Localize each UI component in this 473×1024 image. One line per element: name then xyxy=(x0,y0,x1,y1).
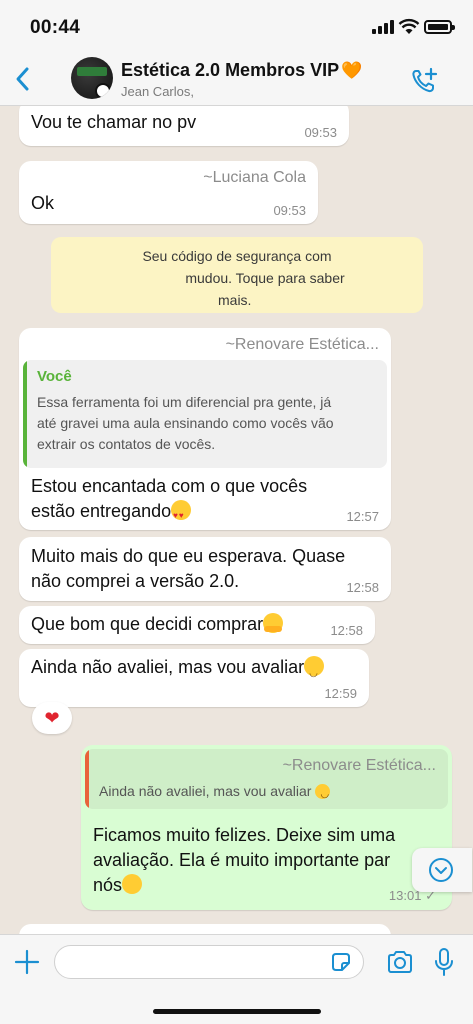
chat-title[interactable]: Estética 2.0 Membros VIP 🧡 xyxy=(121,60,362,81)
smirk-emoji xyxy=(315,784,331,800)
message-sender: ~Luciana Cola xyxy=(203,169,306,186)
message-text-line: estão entregando xyxy=(31,499,192,528)
message-text: avaliação. Ela é muito importante par xyxy=(93,850,391,870)
status-bar: 00:44 xyxy=(0,0,473,52)
quote-text-line: Essa ferramenta foi um diferencial pra g… xyxy=(37,394,332,410)
message-text-line: nós xyxy=(93,873,143,898)
message-text: Que bom que decidi comprar xyxy=(31,614,264,634)
message-text: estão entregando xyxy=(31,501,172,521)
smirk-emoji xyxy=(304,656,325,686)
scroll-to-bottom-button[interactable] xyxy=(412,848,472,892)
chat-header: Estética 2.0 Membros VIP 🧡 Jean Carlos, xyxy=(0,52,473,106)
quoted-message[interactable]: ~Renovare Estética... Ainda não avaliei,… xyxy=(85,749,448,809)
message-bubble[interactable]: Ainda não avaliei, mas vou avaliar 12:59 xyxy=(19,649,369,707)
quote-text: Ainda não avaliei, mas vou avaliar xyxy=(99,783,312,799)
message-text: não comprei a versão 2.0. xyxy=(31,571,240,591)
message-text-line: Ainda não avaliei, mas vou avaliar xyxy=(31,655,325,686)
chevron-down-icon xyxy=(429,858,453,882)
notice-line: Seu código de segurança com xyxy=(142,248,332,264)
quoted-message[interactable]: Você Essa ferramenta foi um diferencial … xyxy=(23,360,387,468)
outgoing-message-bubble[interactable]: ~Renovare Estética... Ainda não avaliei,… xyxy=(81,745,452,910)
message-time: 12:58 xyxy=(346,580,379,595)
group-avatar[interactable] xyxy=(71,57,113,99)
message-time: 12:57 xyxy=(346,509,379,524)
chat-title-text: Estética 2.0 Membros VIP xyxy=(121,60,340,80)
message-bubble[interactable]: Que bom que decidi comprar 12:58 xyxy=(19,606,375,644)
message-bubble[interactable] xyxy=(19,924,391,934)
smiling-emoji xyxy=(122,874,143,894)
message-time: 12:59 xyxy=(324,686,357,701)
security-code-notice[interactable]: Seu código de segurança com mudou. Toque… xyxy=(51,237,423,313)
orange-heart-emoji: 🧡 xyxy=(341,61,363,80)
wifi-icon xyxy=(398,18,420,34)
chat-area[interactable]: ~ · · · Vou te chamar no pv 09:53 ~Lucia… xyxy=(0,106,473,934)
message-text: Ainda não avaliei, mas vou avaliar xyxy=(31,657,305,677)
sticker-icon[interactable] xyxy=(330,951,352,973)
message-input[interactable] xyxy=(54,945,364,979)
message-text: Vou te chamar no pv xyxy=(31,112,197,132)
message-time: 12:58 xyxy=(330,623,363,638)
message-text: Ficamos muito felizes. Deixe sim uma xyxy=(93,825,396,845)
message-text: nós xyxy=(93,875,123,895)
signal-icon xyxy=(372,20,394,34)
chat-subtitle: Jean Carlos, xyxy=(121,84,194,99)
quote-author: Você xyxy=(37,368,72,385)
camera-icon[interactable] xyxy=(386,949,414,975)
home-indicator xyxy=(153,1009,321,1014)
message-bubble[interactable]: ~Renovare Estética... Você Essa ferramen… xyxy=(19,328,391,530)
battery-icon xyxy=(424,20,455,34)
message-text: Estou encantada com o que vocês xyxy=(31,476,308,496)
notice-line: mudou. Toque para saber xyxy=(185,270,345,286)
message-text: Muito mais do que eu esperava. Quase xyxy=(31,546,346,566)
message-time: 09:53 xyxy=(273,203,306,218)
message-bubble[interactable]: ~ · · · Vou te chamar no pv 09:53 xyxy=(19,106,349,146)
reaction-heart[interactable]: ❤ xyxy=(32,702,72,734)
message-time: 09:53 xyxy=(304,125,337,140)
quote-text-line: Ainda não avaliei, mas vou avaliar xyxy=(99,783,331,800)
status-time: 00:44 xyxy=(30,17,81,38)
add-call-icon[interactable] xyxy=(410,66,440,96)
message-composer xyxy=(0,934,473,1024)
hugging-face-emoji xyxy=(263,613,284,633)
message-sender: ~Renovare Estética... xyxy=(225,336,379,353)
heart-eyes-emoji xyxy=(171,500,192,528)
plus-icon[interactable] xyxy=(14,949,40,975)
message-bubble[interactable]: Muito mais do que eu esperava. Quase não… xyxy=(19,537,391,601)
microphone-icon[interactable] xyxy=(434,947,454,977)
back-chevron-icon[interactable] xyxy=(12,64,34,94)
message-text: Ok xyxy=(31,193,55,213)
quote-author: ~Renovare Estética... xyxy=(282,757,436,774)
quote-text-line: extrair os contatos de vocês. xyxy=(37,436,216,452)
message-bubble[interactable]: ~Luciana Cola Ok 09:53 xyxy=(19,161,318,224)
quote-text-line: até gravei uma aula ensinando como vocês… xyxy=(37,415,334,431)
notice-line: mais. xyxy=(218,292,252,308)
message-text-line: Que bom que decidi comprar xyxy=(31,612,284,637)
